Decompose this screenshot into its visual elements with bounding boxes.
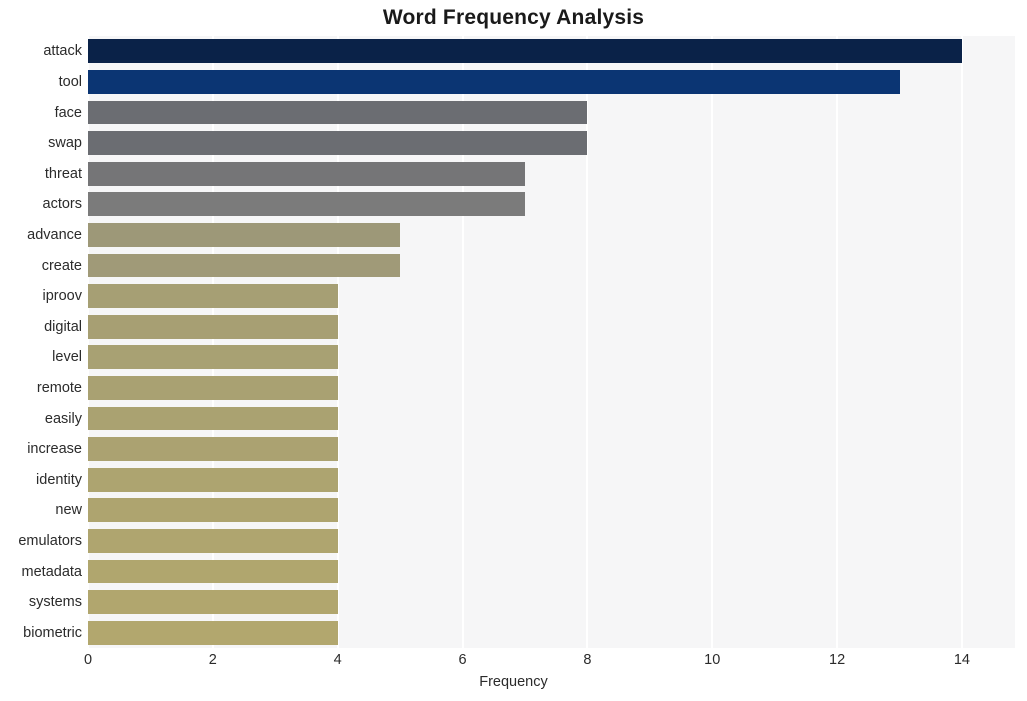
y-tick-label-advance: advance xyxy=(27,226,82,243)
y-tick-label-level: level xyxy=(52,349,82,366)
bar-row xyxy=(88,192,1015,217)
x-tick-label-10: 10 xyxy=(704,652,721,668)
bar-row xyxy=(88,498,1015,523)
x-tick-label-6: 6 xyxy=(458,652,467,668)
bar-easily xyxy=(88,406,338,431)
bar-swap xyxy=(88,131,588,156)
y-tick-label-increase: increase xyxy=(27,441,82,458)
x-axis-tick-labels: 0 2 4 6 8 10 12 14 xyxy=(0,652,1027,676)
y-tick-label-attack: attack xyxy=(43,43,82,60)
bar-row xyxy=(88,406,1015,431)
bar-increase xyxy=(88,437,338,462)
bar-row xyxy=(88,100,1015,125)
y-tick-label-metadata: metadata xyxy=(21,563,82,580)
bar-face xyxy=(88,100,588,125)
x-tick-label-4: 4 xyxy=(333,652,342,668)
bar-biometric xyxy=(88,620,338,645)
y-tick-label-face: face xyxy=(54,104,82,121)
bar-row xyxy=(88,620,1015,645)
bars-layer xyxy=(88,36,1015,648)
bar-emulators xyxy=(88,528,338,553)
y-tick-label-emulators: emulators xyxy=(18,532,82,549)
bar-row xyxy=(88,161,1015,186)
bar-row xyxy=(88,131,1015,156)
bar-level xyxy=(88,345,338,370)
y-tick-label-remote: remote xyxy=(36,379,82,396)
y-tick-label-digital: digital xyxy=(44,318,82,335)
bar-row xyxy=(88,375,1015,400)
x-axis-title: Frequency xyxy=(479,674,548,690)
y-tick-label-iproov: iproov xyxy=(42,288,83,305)
bar-actors xyxy=(88,192,525,217)
plot-area xyxy=(87,36,1015,648)
y-tick-label-tool: tool xyxy=(58,73,82,90)
bar-row xyxy=(88,528,1015,553)
bar-iproov xyxy=(88,284,338,309)
y-tick-label-new: new xyxy=(55,502,82,519)
bar-row xyxy=(88,284,1015,309)
bar-row xyxy=(88,314,1015,339)
word-frequency-chart: Word Frequency Analysis attack tool face sw… xyxy=(0,0,1027,701)
bar-systems xyxy=(88,590,338,615)
bar-row xyxy=(88,467,1015,492)
y-tick-label-threat: threat xyxy=(44,165,82,182)
y-tick-label-create: create xyxy=(41,257,82,274)
bar-row xyxy=(88,69,1015,94)
bar-row xyxy=(88,222,1015,247)
x-tick-label-0: 0 xyxy=(83,652,93,668)
y-axis-tick-labels: attack tool face swap threat actors advance cre… xyxy=(0,36,82,648)
y-tick-label-identity: identity xyxy=(36,471,82,488)
bar-row xyxy=(88,590,1015,615)
bar-digital xyxy=(88,314,338,339)
x-tick-label-8: 8 xyxy=(583,652,592,668)
bar-row xyxy=(88,253,1015,278)
bar-remote xyxy=(88,375,338,400)
bar-create xyxy=(88,253,401,278)
bar-new xyxy=(88,498,338,523)
bar-identity xyxy=(88,467,338,492)
x-tick-label-14: 14 xyxy=(953,652,971,668)
y-tick-label-biometric: biometric xyxy=(23,624,82,641)
y-tick-label-systems: systems xyxy=(28,594,82,611)
bar-attack xyxy=(88,39,962,64)
bar-row xyxy=(88,437,1015,462)
bar-tool xyxy=(88,69,900,94)
bar-advance xyxy=(88,222,401,247)
x-tick-label-12: 12 xyxy=(829,652,846,668)
bar-threat xyxy=(88,161,525,186)
bar-row xyxy=(88,39,1015,64)
bar-row xyxy=(88,559,1015,584)
bar-row xyxy=(88,345,1015,370)
bar-metadata xyxy=(88,559,338,584)
chart-title: Word Frequency Analysis xyxy=(382,6,645,29)
y-tick-label-actors: actors xyxy=(42,196,83,213)
y-tick-label-easily: easily xyxy=(44,410,82,427)
y-tick-label-swap: swap xyxy=(48,135,82,152)
x-tick-label-2: 2 xyxy=(208,652,217,668)
